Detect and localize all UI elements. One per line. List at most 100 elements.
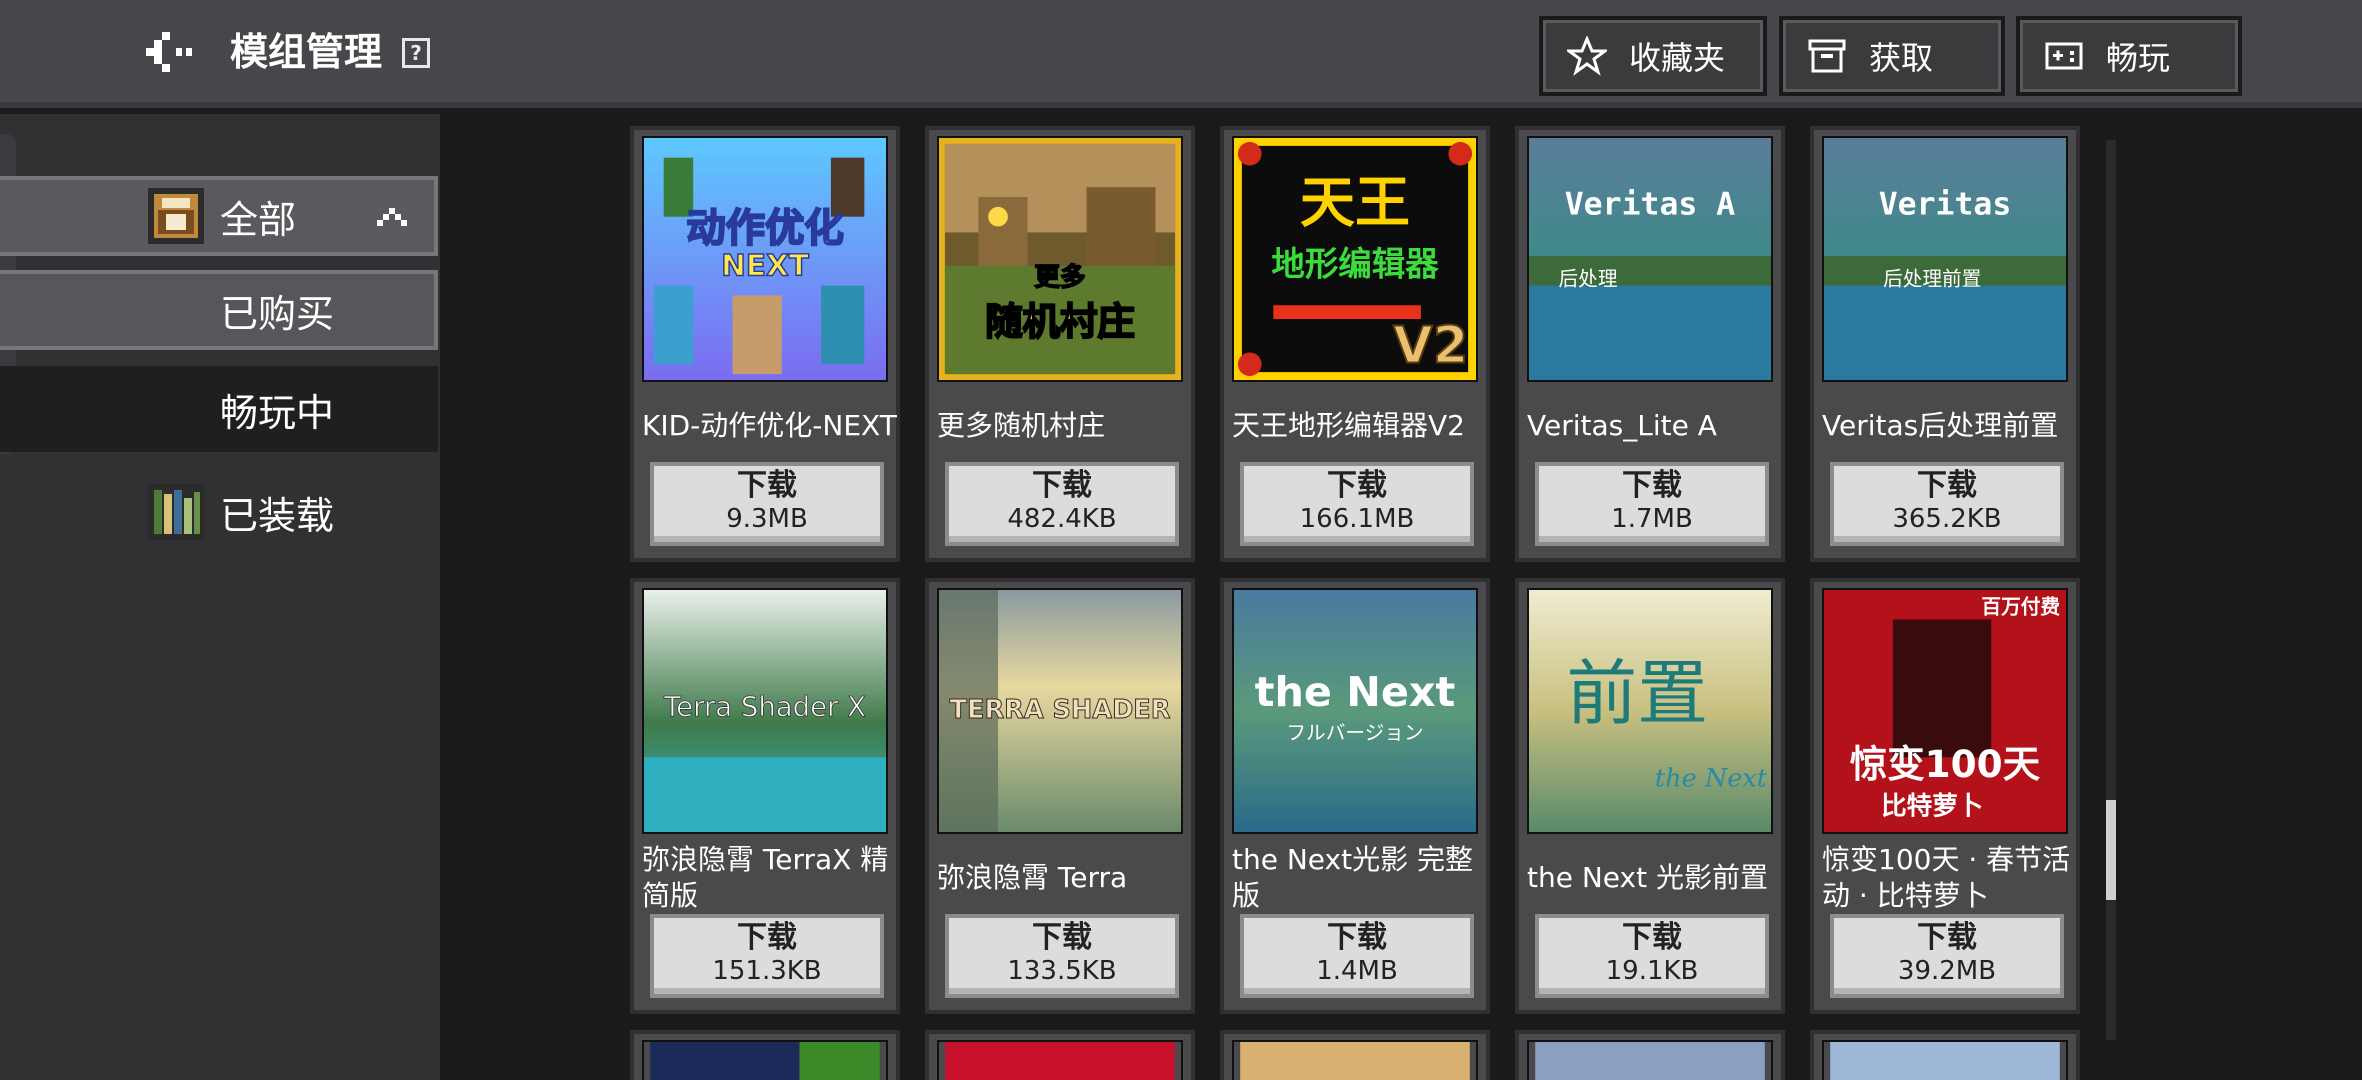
- download-label: 下载: [1917, 468, 1977, 503]
- svg-text:地形编辑器: 地形编辑器: [1271, 245, 1439, 284]
- mod-name: Veritas后处理前置: [1822, 409, 2059, 442]
- download-label: 下载: [737, 920, 797, 955]
- mod-card[interactable]: [630, 1030, 900, 1080]
- scrollbar-thumb[interactable]: [2106, 800, 2116, 900]
- scrollbar[interactable]: [2106, 140, 2116, 1040]
- mod-thumbnail: 更多 随机村庄: [937, 136, 1183, 382]
- download-size: 482.4KB: [1007, 504, 1117, 534]
- download-label: 下载: [1917, 920, 1977, 955]
- download-button[interactable]: 下载 133.5KB: [945, 914, 1179, 998]
- download-size: 166.1MB: [1299, 504, 1415, 534]
- get-button[interactable]: 获取: [1779, 16, 2005, 96]
- download-size: 1.4MB: [1316, 956, 1398, 986]
- chevron-up-icon[interactable]: [376, 202, 408, 230]
- mod-card[interactable]: 更多 随机村庄 更多随机村庄 下载 482.4KB: [925, 126, 1195, 562]
- mod-name: 天王地形编辑器V2: [1232, 409, 1465, 442]
- sidebar: 全部 已购买 畅玩中 已装载: [0, 114, 440, 1080]
- svg-text:V2: V2: [1393, 316, 1468, 375]
- mod-grid-panel: 动作优化 NEXT KID-动作优化-NEXT 下载 9.3MB 更多 随机村庄…: [440, 114, 2362, 1080]
- mod-card[interactable]: Veritas A 后处理 Veritas_Lite A 下载 1.7MB: [1515, 126, 1785, 562]
- svg-text:后处理: 后处理: [1559, 268, 1618, 291]
- mod-thumbnail: [1232, 1040, 1478, 1080]
- download-button[interactable]: 下载 1.4MB: [1240, 914, 1474, 998]
- chest-icon: [1808, 39, 1846, 73]
- download-label: 下载: [1032, 468, 1092, 503]
- sidebar-item-label: 全部: [220, 197, 297, 242]
- star-icon: [1567, 36, 1607, 76]
- download-label: 下载: [1622, 920, 1682, 955]
- top-bar: 模组管理 ? 收藏夹 获取 畅玩: [0, 0, 2362, 108]
- svg-text:フルバージョン: フルバージョン: [1286, 722, 1423, 745]
- mod-card[interactable]: Terra Shader X 弥浪隐霄 TerraX 精简版 下载 151.3K…: [630, 578, 900, 1014]
- favorites-label: 收藏夹: [1629, 39, 1726, 77]
- mod-card[interactable]: [1810, 1030, 2080, 1080]
- download-button[interactable]: 下载 365.2KB: [1830, 462, 2064, 546]
- download-button[interactable]: 下载 1.7MB: [1535, 462, 1769, 546]
- mod-thumbnail: [1527, 1040, 1773, 1080]
- all-mods-icon: [148, 188, 204, 244]
- download-button[interactable]: 下载 9.3MB: [650, 462, 884, 546]
- mod-thumbnail: Veritas 后处理前置: [1822, 136, 2068, 382]
- download-button[interactable]: 下载 151.3KB: [650, 914, 884, 998]
- download-size: 1.7MB: [1611, 504, 1693, 534]
- mod-thumbnail: 动作优化 NEXT: [642, 136, 888, 382]
- svg-text:the Next: the Next: [1655, 764, 1768, 794]
- svg-text:更多: 更多: [1034, 263, 1085, 293]
- svg-text:the Next: the Next: [1255, 668, 1455, 716]
- mod-thumbnail: 前置 the Next: [1527, 588, 1773, 834]
- mod-card[interactable]: 百万付费 惊变100天 比特萝卜 惊变100天 · 春节活动 · 比特萝卜 下载…: [1810, 578, 2080, 1014]
- svg-text:后处理前置: 后处理前置: [1883, 268, 1981, 291]
- back-icon[interactable]: [140, 24, 196, 80]
- mod-card[interactable]: Veritas 后处理前置 Veritas后处理前置 下载 365.2KB: [1810, 126, 2080, 562]
- mod-name: 更多随机村庄: [937, 409, 1106, 442]
- download-button[interactable]: 下载 39.2MB: [1830, 914, 2064, 998]
- svg-text:动作优化: 动作优化: [686, 205, 843, 251]
- download-button[interactable]: 下载 482.4KB: [945, 462, 1179, 546]
- download-label: 下载: [1032, 920, 1092, 955]
- mod-thumbnail: Veritas A 后处理: [1527, 136, 1773, 382]
- mod-card[interactable]: [1515, 1030, 1785, 1080]
- mod-card[interactable]: 动作优化 NEXT KID-动作优化-NEXT 下载 9.3MB: [630, 126, 900, 562]
- svg-text:前置: 前置: [1566, 652, 1708, 735]
- svg-text:随机村庄: 随机村庄: [985, 300, 1135, 344]
- svg-text:Veritas: Veritas: [1879, 187, 2012, 223]
- mod-name: 惊变100天 · 春节活动 · 比特萝卜: [1822, 843, 2071, 912]
- mod-card[interactable]: 天王 地形编辑器 V2 天王地形编辑器V2 下载 166.1MB: [1220, 126, 1490, 562]
- mod-card[interactable]: 前置 the Next the Next 光影前置 下载 19.1KB: [1515, 578, 1785, 1014]
- download-button[interactable]: 下载 166.1MB: [1240, 462, 1474, 546]
- download-label: 下载: [1327, 468, 1387, 503]
- svg-text:NEXT: NEXT: [721, 249, 809, 283]
- page-title: 模组管理: [230, 30, 383, 74]
- play-label: 畅玩: [2106, 39, 2171, 77]
- gamepad-icon: [2045, 42, 2083, 70]
- mod-grid: 动作优化 NEXT KID-动作优化-NEXT 下载 9.3MB 更多 随机村庄…: [440, 126, 2340, 1080]
- sidebar-item-label: 畅玩中: [220, 390, 335, 435]
- sidebar-item-all[interactable]: 全部: [0, 176, 438, 256]
- mod-name: the Next 光影前置: [1527, 861, 1768, 894]
- download-size: 39.2MB: [1897, 956, 1997, 986]
- mod-name: Veritas_Lite A: [1527, 409, 1717, 442]
- sidebar-item-label: 已装载: [220, 493, 335, 538]
- mod-card[interactable]: TERRA SHADER 弥浪隐霄 Terra 下载 133.5KB: [925, 578, 1195, 1014]
- favorites-button[interactable]: 收藏夹: [1539, 16, 1767, 96]
- mod-thumbnail: TERRA SHADER: [937, 588, 1183, 834]
- mod-thumbnail: Terra Shader X: [642, 588, 888, 834]
- help-icon[interactable]: ?: [402, 38, 430, 68]
- download-label: 下载: [737, 468, 797, 503]
- sidebar-item-bought[interactable]: 已购买: [0, 270, 438, 350]
- play-button[interactable]: 畅玩: [2016, 16, 2242, 96]
- mod-thumbnail: 百万付费 惊变100天 比特萝卜: [1822, 588, 2068, 834]
- sidebar-item-playing[interactable]: 畅玩中: [0, 366, 438, 452]
- mod-card[interactable]: [1220, 1030, 1490, 1080]
- mod-card[interactable]: the Next フルバージョン the Next光影 完整版 下载 1.4MB: [1220, 578, 1490, 1014]
- download-size: 19.1KB: [1605, 956, 1699, 986]
- svg-text:惊变100天: 惊变100天: [1850, 742, 2041, 786]
- get-label: 获取: [1869, 39, 1934, 77]
- mod-name: the Next光影 完整版: [1232, 843, 1473, 912]
- svg-text:比特萝卜: 比特萝卜: [1881, 791, 1983, 821]
- bookshelf-icon: [148, 484, 204, 540]
- mod-thumbnail: [642, 1040, 888, 1080]
- mod-card[interactable]: [925, 1030, 1195, 1080]
- sidebar-item-installed[interactable]: 已装载: [0, 472, 438, 552]
- download-button[interactable]: 下载 19.1KB: [1535, 914, 1769, 998]
